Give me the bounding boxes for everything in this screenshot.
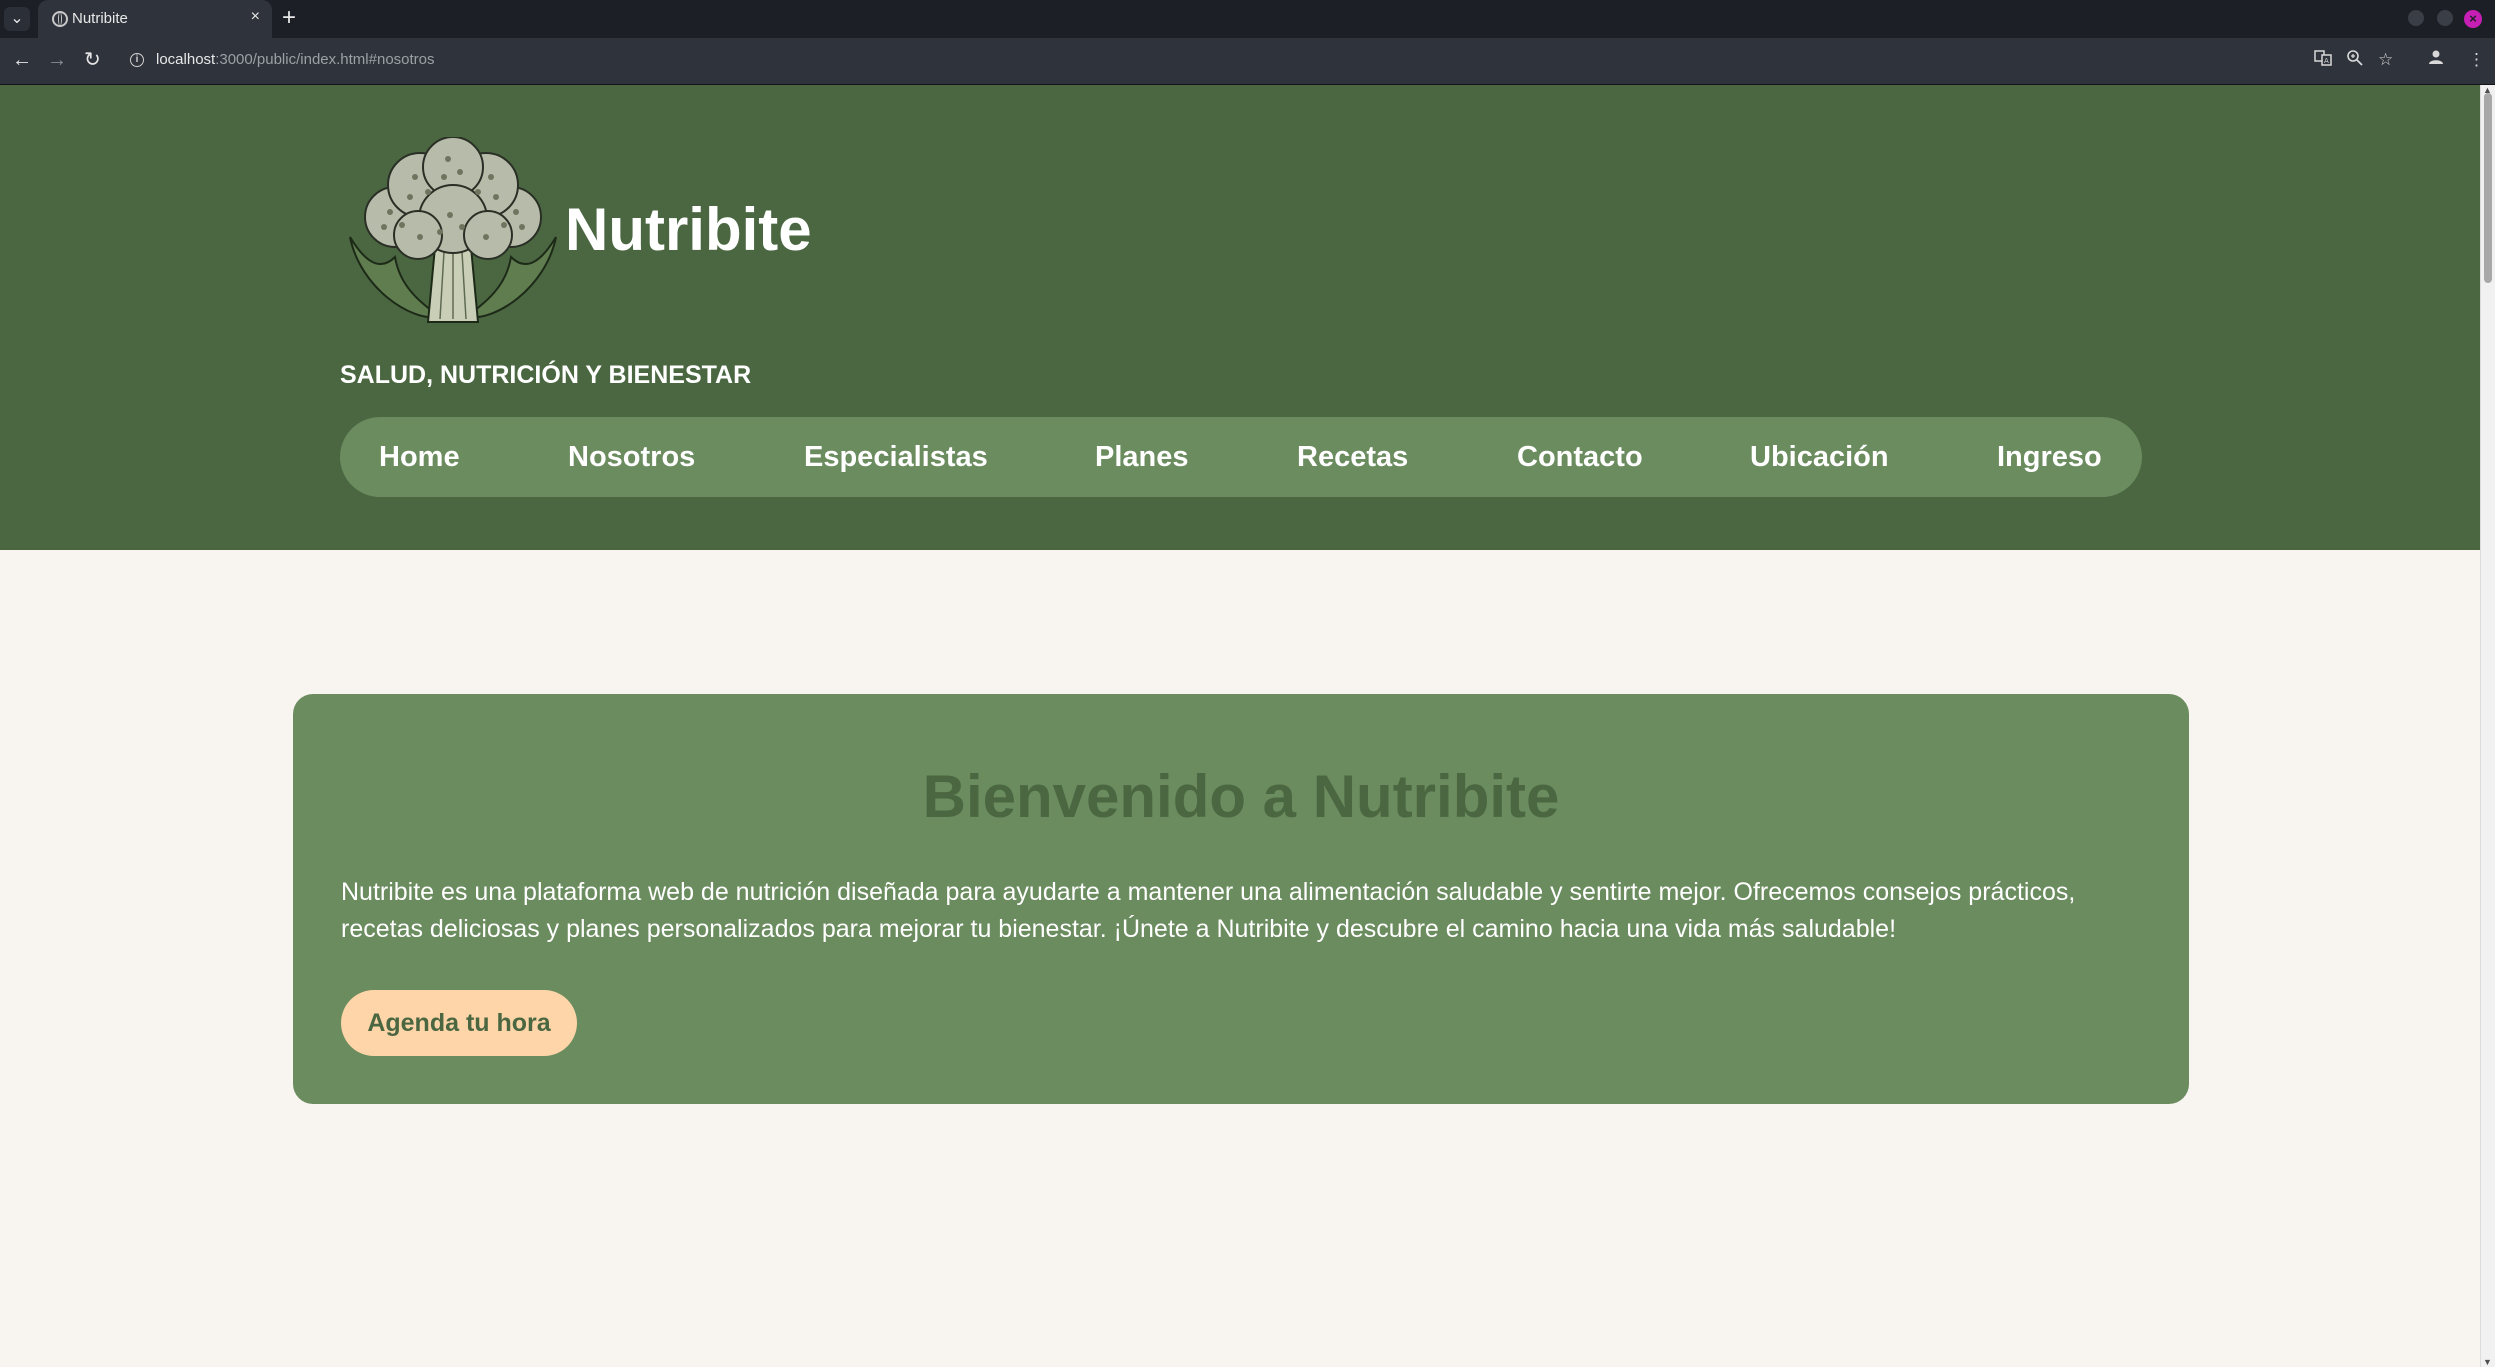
- nav-item-home[interactable]: Home: [379, 417, 460, 497]
- address-bar[interactable]: localhost:3000/public/index.html#nosotro…: [156, 51, 435, 68]
- scroll-down-icon[interactable]: ▼: [2483, 1357, 2492, 1367]
- new-tab-plus-icon[interactable]: +: [282, 5, 296, 31]
- url-path: :3000/public/index.html#nosotros: [215, 51, 435, 68]
- window-minimize-button[interactable]: [2408, 10, 2424, 26]
- tab-title: Nutribite: [72, 10, 128, 27]
- window-maximize-button[interactable]: [2437, 10, 2453, 26]
- welcome-title: Bienvenido a Nutribite: [922, 763, 1560, 830]
- scrollbar-thumb[interactable]: [2484, 93, 2492, 283]
- site-brand-title: Nutribite: [565, 196, 812, 263]
- welcome-section: Bienvenido a Nutribite Nutribite es una …: [293, 694, 2189, 1104]
- zoom-icon[interactable]: [2346, 49, 2364, 73]
- profile-icon[interactable]: [2428, 49, 2444, 71]
- welcome-description: Nutribite es una plataforma web de nutri…: [341, 878, 2076, 943]
- browser-tab[interactable]: Nutribite ×: [38, 0, 272, 38]
- back-arrow-icon[interactable]: ←: [12, 48, 32, 72]
- svg-text:A: A: [2324, 57, 2329, 65]
- broccoli-logo-icon: [349, 137, 557, 323]
- nav-item-recetas[interactable]: Recetas: [1297, 417, 1408, 497]
- page-viewport: Nutribite SALUD, NUTRICIÓN Y BIENESTAR H…: [0, 85, 2481, 1367]
- bookmark-star-icon[interactable]: ☆: [2378, 49, 2393, 71]
- tab-close-icon[interactable]: ×: [251, 8, 260, 26]
- nav-item-especialistas[interactable]: Especialistas: [804, 417, 988, 497]
- browser-toolbar: ← → ↻ i localhost:3000/public/index.html…: [0, 38, 2495, 85]
- globe-icon: [52, 11, 68, 27]
- tab-search-chevron-icon[interactable]: ⌄: [4, 7, 30, 31]
- window-close-button[interactable]: ×: [2464, 10, 2482, 28]
- translate-icon[interactable]: A: [2314, 49, 2332, 73]
- nav-item-contacto[interactable]: Contacto: [1517, 417, 1643, 497]
- nav-item-ingreso[interactable]: Ingreso: [1997, 417, 2102, 497]
- nav-item-ubicacion[interactable]: Ubicación: [1750, 417, 1889, 497]
- browser-menu-icon[interactable]: ⋮: [2468, 49, 2485, 71]
- nav-item-planes[interactable]: Planes: [1095, 417, 1189, 497]
- page-scrollbar[interactable]: ▲ ▼: [2480, 85, 2495, 1367]
- site-header: Nutribite SALUD, NUTRICIÓN Y BIENESTAR H…: [0, 85, 2481, 550]
- url-host: localhost: [156, 51, 216, 68]
- site-tagline: SALUD, NUTRICIÓN Y BIENESTAR: [340, 361, 752, 389]
- forward-arrow-icon[interactable]: →: [47, 48, 67, 72]
- nav-item-nosotros[interactable]: Nosotros: [568, 417, 695, 497]
- book-appointment-button[interactable]: Agenda tu hora: [341, 990, 577, 1056]
- main-nav: Home Nosotros Especialistas Planes Recet…: [340, 417, 2142, 497]
- browser-tab-bar: ⌄ Nutribite × + ×: [0, 0, 2495, 38]
- reload-icon[interactable]: ↻: [84, 48, 101, 72]
- site-info-icon[interactable]: i: [130, 53, 144, 67]
